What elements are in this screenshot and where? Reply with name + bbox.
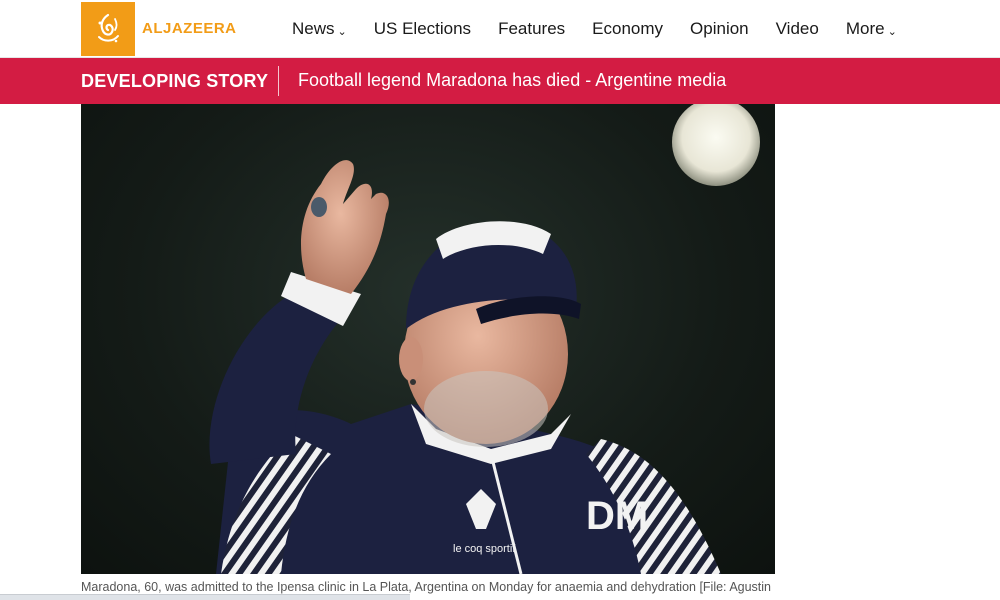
nav-item-label: Video [775, 19, 819, 38]
nav-item-label: Features [498, 19, 566, 38]
nav-item-news[interactable]: News ⌄ [292, 19, 347, 39]
browser-status-bar [0, 594, 410, 600]
nav-item-label: Opinion [690, 19, 749, 38]
nav-item-label: More [845, 19, 885, 38]
photo-caption: Maradona, 60, was admitted to the Ipensa… [81, 580, 772, 594]
nav-item-video[interactable]: Video [776, 19, 819, 39]
main-nav: News ⌄ US Elections Features Economy Opi… [292, 19, 924, 39]
maradona-waving-photo-icon: le coq sportif DM [209, 104, 760, 574]
site-header: ALJAZEERA News ⌄ US Elections Features E… [0, 0, 1000, 58]
nav-item-economy[interactable]: Economy [592, 19, 663, 39]
banner-divider [278, 66, 279, 96]
svg-text:le coq sportif: le coq sportif [453, 543, 516, 555]
svg-text:DM: DM [586, 494, 648, 538]
article-photo: le coq sportif DM [81, 104, 775, 574]
nav-item-opinion[interactable]: Opinion [690, 19, 749, 39]
nav-item-label: News [292, 19, 335, 38]
nav-item-features[interactable]: Features [498, 19, 565, 39]
aljazeera-logo-icon[interactable] [81, 2, 135, 56]
nav-item-label: Economy [592, 19, 664, 38]
chevron-down-icon: ⌄ [887, 25, 897, 38]
developing-story-tag: DEVELOPING STORY [81, 71, 269, 91]
logo-wordmark[interactable]: ALJAZEERA [142, 20, 237, 37]
chevron-down-icon: ⌄ [337, 25, 347, 38]
banner-headline-link[interactable]: Football legend Maradona has died - Arge… [298, 70, 726, 91]
nav-item-label: US Elections [373, 19, 472, 38]
nav-item-more[interactable]: More ⌄ [846, 19, 897, 39]
developing-story-banner: DEVELOPING STORY Football legend Maradon… [0, 58, 1000, 104]
nav-item-us-elections[interactable]: US Elections [374, 19, 471, 39]
